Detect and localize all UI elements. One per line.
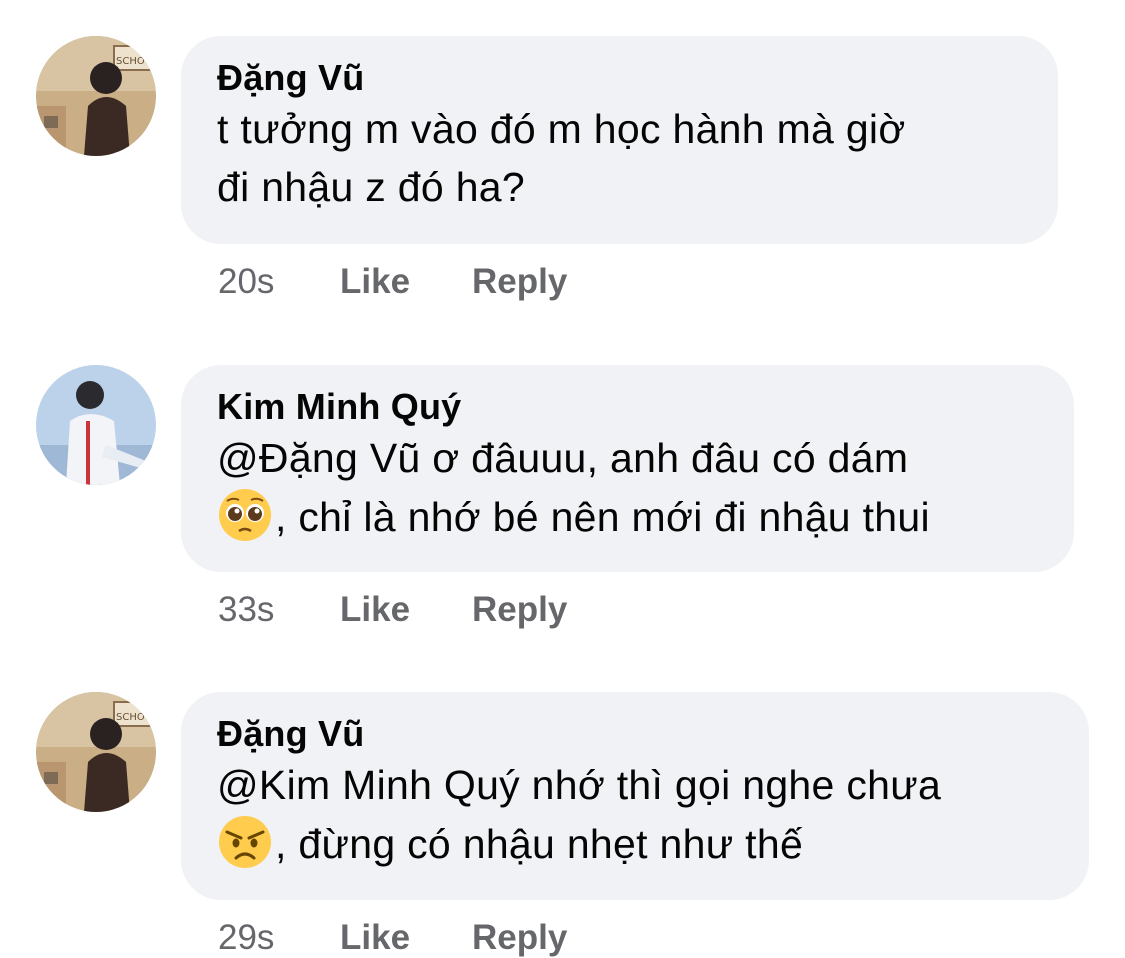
- author-name[interactable]: Đặng Vũ: [217, 712, 1053, 756]
- comment-text-line: , chỉ là nhớ bé nên mới đi nhậu thui: [217, 487, 1038, 546]
- avatar[interactable]: [36, 365, 156, 485]
- comment-text-line: @Kim Minh Quý nhớ thì gọi nghe chưa: [217, 762, 942, 808]
- comment-text-line: t tưởng m vào đó m học hành mà giờ: [217, 106, 906, 152]
- comment-actions: 33s Like Reply: [218, 590, 567, 630]
- comment-bubble: Đặng Vũ t tưởng m vào đó m học hành mà g…: [181, 36, 1058, 244]
- comment-text: @Kim Minh Quý nhớ thì gọi nghe chưa , đừ…: [217, 756, 1053, 873]
- comment-bubble: Kim Minh Quý @Đặng Vũ ơ đâuuu, anh đâu c…: [181, 365, 1074, 572]
- comment-text-line: đi nhậu z đó ha?: [217, 164, 525, 210]
- comment-text: t tưởng m vào đó m học hành mà giờ đi nh…: [217, 100, 1022, 216]
- comment-text-line: @Đặng Vũ ơ đâuuu, anh đâu có dám: [217, 435, 909, 481]
- comment-bubble: Đặng Vũ @Kim Minh Quý nhớ thì gọi nghe c…: [181, 692, 1089, 900]
- angry-face-emoji: [217, 814, 273, 870]
- pleading-face-emoji: [217, 487, 273, 543]
- avatar[interactable]: SCHOO: [36, 692, 156, 812]
- like-button[interactable]: Like: [340, 262, 472, 302]
- comment-text-continuation: , đừng có nhậu nhẹt như thế: [275, 821, 804, 867]
- author-name[interactable]: Đặng Vũ: [217, 56, 1022, 100]
- svg-text:SCHOO: SCHOO: [116, 56, 153, 67]
- like-button[interactable]: Like: [340, 918, 472, 958]
- comment-text-line: , đừng có nhậu nhẹt như thế: [217, 814, 1053, 873]
- comment-text: @Đặng Vũ ơ đâuuu, anh đâu có dám , chỉ l…: [217, 429, 1038, 546]
- comment-actions: 29s Like Reply: [218, 918, 567, 958]
- like-button[interactable]: Like: [340, 590, 472, 630]
- reply-button[interactable]: Reply: [472, 590, 567, 630]
- timestamp[interactable]: 20s: [218, 262, 340, 302]
- timestamp[interactable]: 29s: [218, 918, 340, 958]
- comment-text-continuation: , chỉ là nhớ bé nên mới đi nhậu thui: [275, 494, 930, 540]
- avatar[interactable]: SCHOO: [36, 36, 156, 156]
- svg-text:SCHOO: SCHOO: [116, 712, 153, 723]
- comment-actions: 20s Like Reply: [218, 262, 567, 302]
- reply-button[interactable]: Reply: [472, 262, 567, 302]
- timestamp[interactable]: 33s: [218, 590, 340, 630]
- reply-button[interactable]: Reply: [472, 918, 567, 958]
- author-name[interactable]: Kim Minh Quý: [217, 385, 1038, 429]
